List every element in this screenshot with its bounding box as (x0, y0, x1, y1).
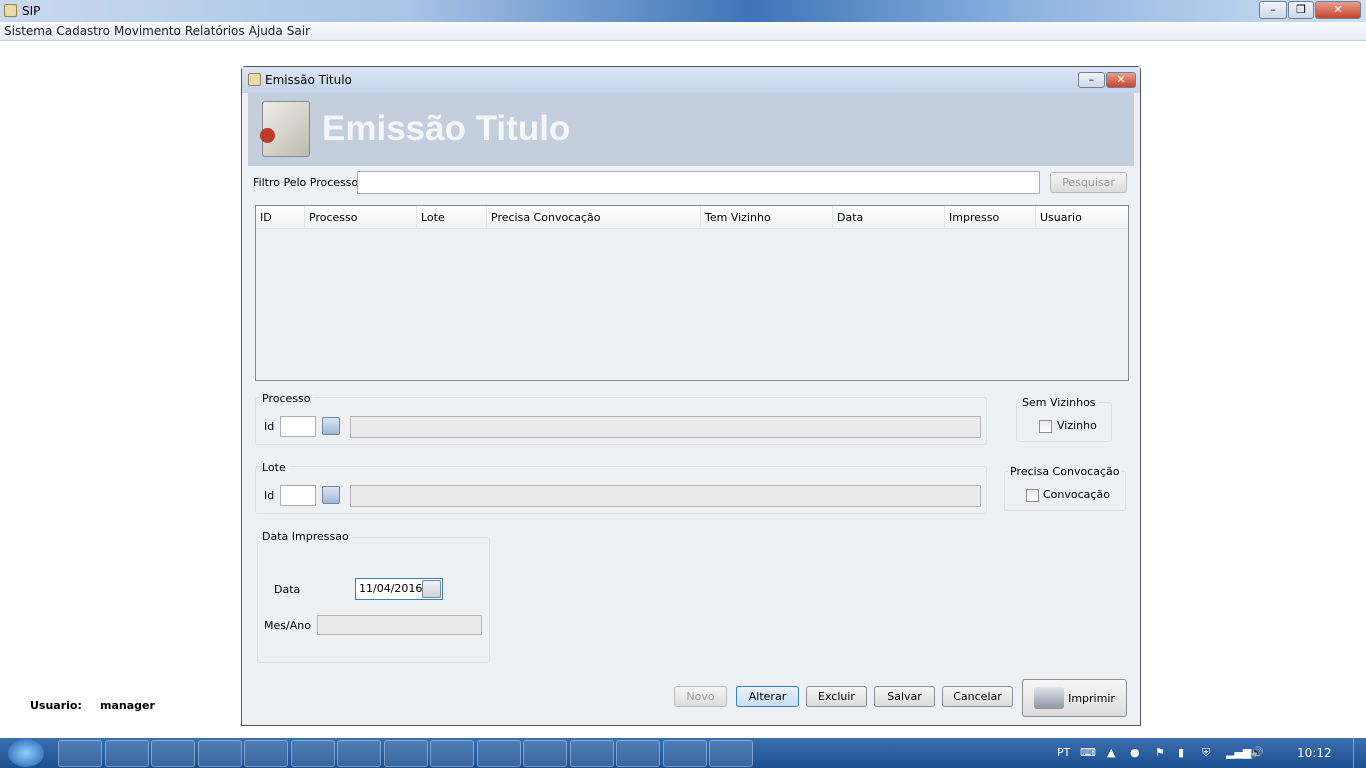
taskbar-explorer-icon[interactable] (104, 740, 149, 767)
taskbar-calculator-icon[interactable] (383, 740, 428, 767)
show-desktop-button[interactable] (1353, 738, 1366, 768)
mes-ano-label: Mes/Ano (264, 619, 311, 632)
user-value: manager (100, 699, 155, 712)
taskbar-app-icon[interactable] (290, 740, 335, 767)
cancelar-button[interactable]: Cancelar (942, 686, 1013, 707)
keyboard-icon[interactable]: ⌨ (1080, 746, 1096, 759)
column-header-precisa-convocacao[interactable]: Precisa Convocação (487, 206, 701, 229)
clock[interactable]: 10:12 (1297, 746, 1332, 760)
app-titlebar: SIP – ❐ ✕ (0, 0, 1366, 22)
volume-icon[interactable]: 🔊 (1250, 746, 1264, 759)
dialog-title: Emissão Titulo (265, 73, 352, 87)
lote-legend: Lote (262, 461, 289, 474)
column-header-id[interactable]: ID (256, 206, 305, 229)
vizinho-checkbox-label[interactable]: Vizinho (1057, 419, 1097, 432)
lote-description-field (350, 485, 981, 507)
show-hidden-icons[interactable]: ▲ (1107, 746, 1115, 759)
dialog-minimize-button[interactable]: – (1078, 72, 1105, 88)
mes-ano-field (317, 615, 482, 635)
emissao-titulo-dialog: Emissão Titulo – ✕ Emissão Titulo Filtro… (241, 66, 1141, 726)
lote-lookup-button[interactable] (322, 486, 340, 504)
taskbar: PT ⌨ ▲ ● ⚑ ▮ ⛨ ▂▄▆ 🔊 10:12 (0, 738, 1366, 768)
network-signal-icon[interactable]: ▂▄▆ (1226, 746, 1251, 759)
column-header-data[interactable]: Data (833, 206, 945, 229)
processo-description-field (350, 416, 981, 438)
user-label: Usuario: (30, 699, 82, 712)
data-impressao-group (257, 537, 490, 663)
processo-lookup-button[interactable] (322, 417, 340, 435)
column-header-impresso[interactable]: Impresso (945, 206, 1036, 229)
processo-id-label: Id (264, 420, 275, 433)
taskbar-app-icon[interactable] (569, 740, 614, 767)
lote-id-input[interactable] (280, 485, 316, 506)
processo-legend: Processo (262, 392, 314, 405)
column-header-lote[interactable]: Lote (417, 206, 487, 229)
taskbar-chrome-icon[interactable] (523, 740, 567, 767)
convocacao-checkbox[interactable] (1026, 489, 1039, 502)
language-indicator[interactable]: PT (1057, 746, 1070, 759)
banner: Emissão Titulo (248, 93, 1134, 166)
results-table[interactable]: ID Processo Lote Precisa Convocação Tem … (255, 205, 1129, 381)
menu-sistema[interactable]: Sistema (4, 24, 52, 38)
column-header-tem-vizinho[interactable]: Tem Vizinho (701, 206, 833, 229)
column-header-usuario[interactable]: Usuario (1036, 206, 1128, 229)
precisa-convocacao-legend: Precisa Convocação (1008, 465, 1122, 478)
power-icon[interactable]: ▮ (1178, 746, 1184, 759)
alterar-button[interactable]: Alterar (736, 686, 799, 707)
taskbar-app-icon[interactable] (662, 740, 707, 767)
sem-vizinhos-legend: Sem Vizinhos (1020, 396, 1098, 409)
taskbar-skype-icon[interactable] (616, 740, 660, 767)
menu-ajuda[interactable]: Ajuda (249, 24, 283, 38)
taskbar-java-icon[interactable] (709, 740, 753, 767)
action-center-flag-icon[interactable]: ⚑ (1155, 746, 1165, 759)
dialog-titlebar: Emissão Titulo – ✕ (242, 67, 1140, 93)
excluir-button[interactable]: Excluir (806, 686, 867, 707)
taskbar-word-icon[interactable] (476, 740, 521, 767)
menu-bar: Sistema Cadastro Movimento Relatórios Ajuda S… (0, 22, 1366, 41)
taskbar-app-icon[interactable] (244, 740, 288, 767)
security-shield-icon[interactable]: ⛨ (1202, 746, 1210, 760)
novo-button[interactable]: Novo (674, 686, 727, 707)
tray-app-icon[interactable]: ● (1130, 746, 1140, 759)
printer-icon (1034, 687, 1065, 709)
data-impressao-legend: Data Impressao (262, 530, 352, 543)
minimize-button[interactable]: – (1259, 1, 1287, 19)
filter-label: Filtro Pelo Processo (253, 176, 359, 189)
app-title: SIP (22, 4, 41, 18)
convocacao-checkbox-label[interactable]: Convocação (1043, 488, 1110, 501)
java-app-icon (4, 4, 17, 17)
taskbar-excel-icon[interactable] (337, 740, 381, 767)
pesquisar-button[interactable]: Pesquisar (1050, 172, 1127, 193)
table-header: ID Processo Lote Precisa Convocação Tem … (256, 206, 1128, 229)
filter-input[interactable] (357, 171, 1040, 194)
menu-relatorios[interactable]: Relatórios (185, 24, 245, 38)
taskbar-app-icon[interactable] (197, 740, 242, 767)
processo-id-input[interactable] (280, 416, 316, 437)
calendar-button[interactable] (422, 580, 441, 598)
menu-movimento[interactable]: Movimento (114, 24, 181, 38)
start-button[interactable] (8, 739, 44, 767)
column-header-processo[interactable]: Processo (305, 206, 417, 229)
taskbar-app-icon[interactable] (430, 740, 474, 767)
salvar-button[interactable]: Salvar (874, 686, 935, 707)
menu-cadastro[interactable]: Cadastro (56, 24, 110, 38)
taskbar-ie-icon[interactable] (58, 740, 102, 767)
java-app-icon (248, 73, 261, 86)
close-button[interactable]: ✕ (1315, 1, 1361, 19)
dialog-close-button[interactable]: ✕ (1106, 72, 1136, 88)
data-label: Data (274, 583, 301, 596)
lote-id-label: Id (264, 489, 275, 502)
taskbar-app-icon[interactable] (151, 740, 195, 767)
imprimir-button[interactable]: Imprimir (1022, 679, 1127, 717)
banner-title: Emissão Titulo (322, 109, 571, 148)
restore-button[interactable]: ❐ (1288, 1, 1314, 19)
imprimir-label: Imprimir (1068, 691, 1115, 705)
vizinho-checkbox[interactable] (1039, 420, 1052, 433)
certificate-icon (260, 101, 310, 157)
menu-sair[interactable]: Sair (287, 24, 310, 38)
